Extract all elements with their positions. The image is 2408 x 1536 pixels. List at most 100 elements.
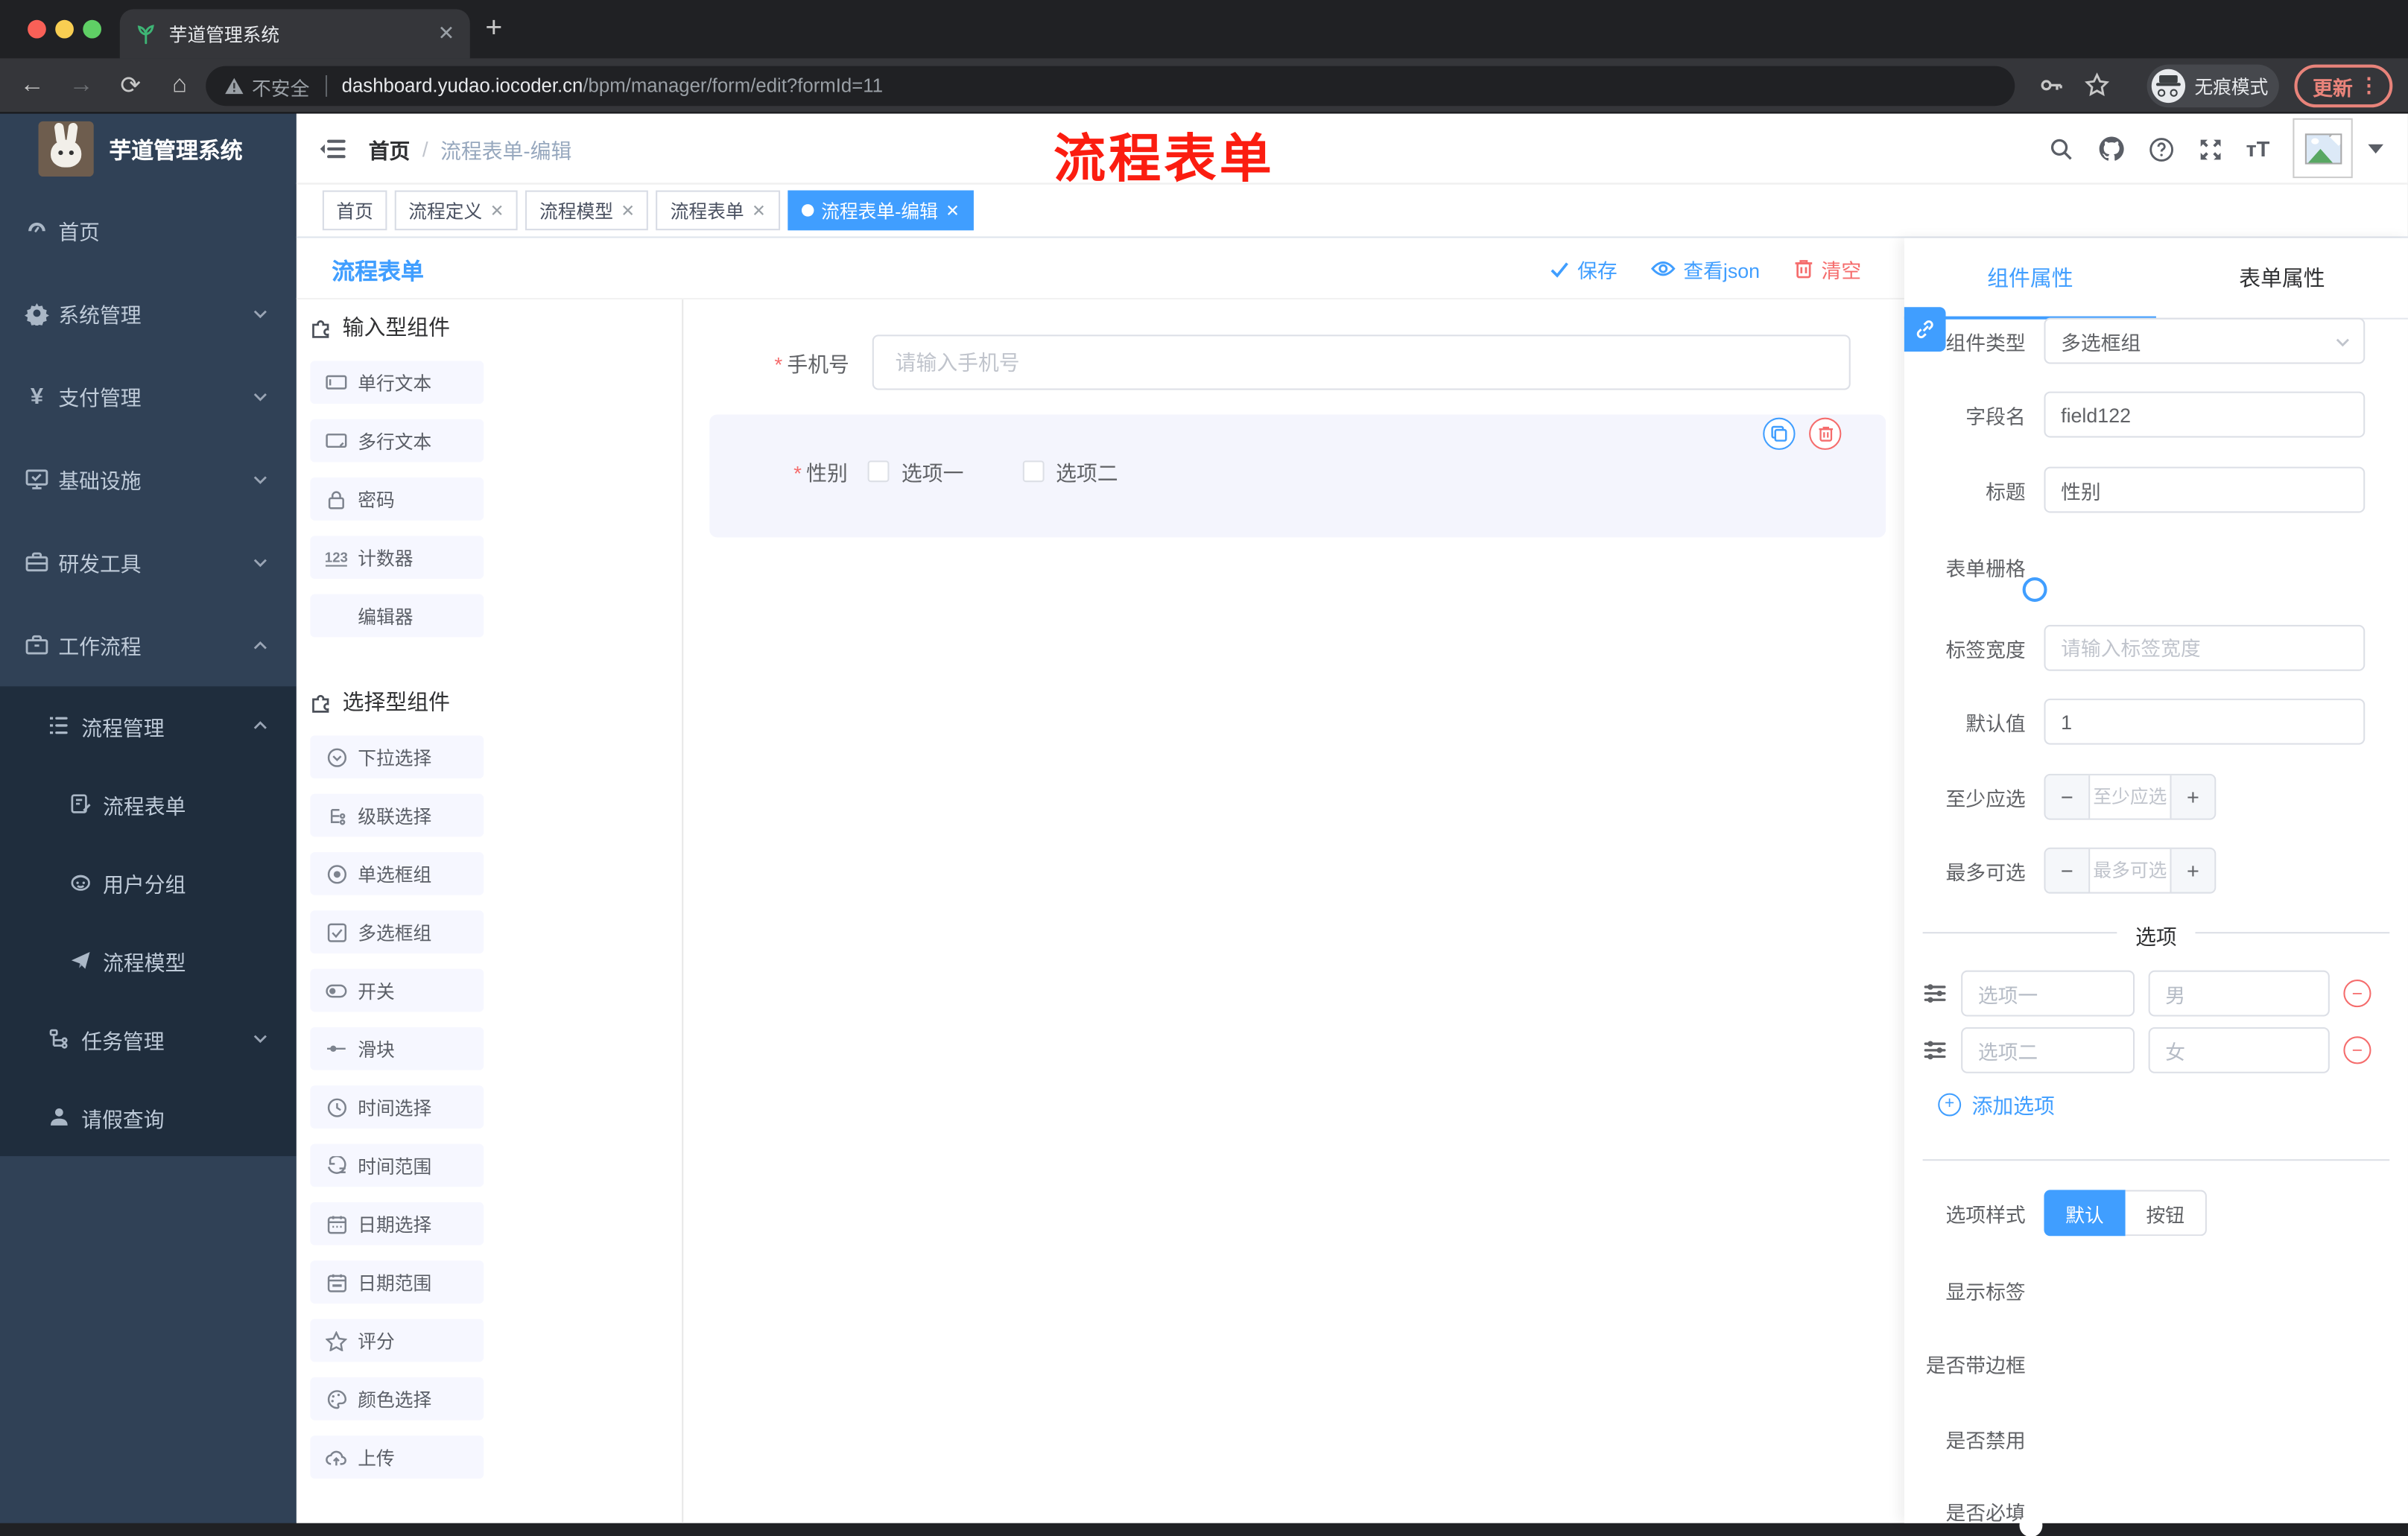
window-close-button[interactable] [28, 19, 46, 39]
gender-checkbox-option2[interactable]: 选项二 [1021, 456, 1118, 486]
address-bar[interactable]: 不安全 dashboard.yudao.iocoder.cn/bpm/manag… [206, 66, 2015, 107]
tag-close-icon[interactable]: ✕ [945, 200, 960, 220]
tag-home[interactable]: 首页 [322, 190, 387, 231]
component-single-line-text[interactable]: 单行文本 [310, 361, 484, 404]
canvas-gender-field-selected[interactable]: * 性别 选项一 选项二 [709, 414, 1886, 538]
tab-component-props[interactable]: 组件属性 [1904, 238, 2156, 320]
stepper-plus-button[interactable]: + [2170, 848, 2215, 892]
component-select[interactable]: 下拉选择 [310, 735, 484, 779]
option-value-input[interactable] [2148, 1026, 2330, 1073]
copy-component-button[interactable] [1763, 417, 1796, 450]
breadcrumb-home[interactable]: 首页 [369, 133, 411, 164]
tab-close-icon[interactable]: ✕ [438, 22, 454, 46]
home-icon[interactable]: ⌂ [159, 58, 200, 112]
component-type-select[interactable]: 多选框组 [2044, 317, 2366, 364]
label-width-input[interactable] [2044, 624, 2366, 671]
browser-tab[interactable]: 芋道管理系统 ✕ [119, 9, 470, 59]
window-minimize-button[interactable] [55, 19, 74, 39]
component-time-picker[interactable]: 时间选择 [310, 1085, 484, 1129]
slider-handle[interactable] [2022, 577, 2047, 602]
drag-handle-icon[interactable] [1923, 1038, 1948, 1062]
stepper-plus-button[interactable]: + [2170, 775, 2215, 819]
gender-checkbox-option1[interactable]: 选项一 [867, 456, 963, 486]
component-date-picker[interactable]: 日期选择 [310, 1202, 484, 1245]
sidebar-item-workflow[interactable]: 工作流程 [0, 603, 297, 686]
component-password[interactable]: 密码 [310, 477, 484, 521]
sidebar-item-process-form[interactable]: 流程表单 [0, 764, 297, 842]
tag-close-icon[interactable]: ✕ [621, 200, 635, 220]
sidebar-item-user-group[interactable]: 用户分组 [0, 843, 297, 921]
view-json-button[interactable]: 查看json [1651, 254, 1760, 283]
font-size-icon[interactable]: ᴛT [2246, 136, 2270, 161]
security-warning[interactable]: 不安全 [224, 72, 309, 101]
component-textarea[interactable]: 多行文本 [310, 419, 484, 463]
sidebar-item-payment[interactable]: ¥ 支付管理 [0, 355, 297, 437]
option-label-input[interactable] [1961, 1026, 2135, 1073]
sidebar-item-system[interactable]: 系统管理 [0, 272, 297, 355]
new-tab-button[interactable]: + [485, 12, 502, 45]
component-color-picker[interactable]: 颜色选择 [310, 1377, 484, 1421]
forward-icon[interactable]: → [61, 58, 101, 112]
browser-menu-icon[interactable]: ⋮ [2359, 74, 2379, 98]
stepper-minus-button[interactable]: − [2045, 775, 2091, 819]
drag-handle-icon[interactable] [1923, 981, 1948, 1006]
max-select-input[interactable] [2090, 848, 2170, 892]
component-radio-group[interactable]: 单选框组 [310, 851, 484, 895]
component-checkbox-group[interactable]: 多选框组 [310, 910, 484, 954]
add-option-button[interactable]: + 添加选项 [1938, 1088, 2055, 1119]
stepper-minus-button[interactable]: − [2045, 848, 2091, 892]
clear-button[interactable]: 清空 [1793, 254, 1861, 283]
tag-process-form-edit[interactable]: 流程表单-编辑 ✕ [787, 190, 974, 231]
phone-field-input[interactable] [872, 334, 1851, 390]
component-time-range[interactable]: 时间范围 [310, 1143, 484, 1187]
component-rate[interactable]: 评分 [310, 1318, 484, 1362]
avatar-caret-icon[interactable] [2368, 144, 2383, 154]
tag-close-icon[interactable]: ✕ [490, 200, 504, 220]
bookmark-star-icon[interactable] [2076, 58, 2117, 112]
reload-icon[interactable]: ⟳ [110, 58, 150, 112]
component-slider[interactable]: 滑块 [310, 1026, 484, 1070]
avatar[interactable] [2293, 118, 2353, 179]
option-value-input[interactable] [2148, 970, 2330, 1017]
search-icon[interactable] [2048, 136, 2074, 162]
default-value-input[interactable] [2044, 698, 2366, 745]
sidebar-item-process-manage[interactable]: 流程管理 [0, 686, 297, 764]
sidebar-item-leave-query[interactable]: 请假查询 [0, 1078, 297, 1156]
app-logo[interactable]: 芋道管理系统 [0, 114, 297, 185]
help-icon[interactable] [2148, 136, 2174, 162]
min-select-input[interactable] [2090, 775, 2170, 819]
tab-form-props[interactable]: 表单属性 [2156, 238, 2408, 317]
field-name-input[interactable] [2044, 391, 2366, 438]
component-counter[interactable]: 123 计数器 [310, 536, 484, 580]
tag-process-form[interactable]: 流程表单 ✕ [656, 190, 780, 231]
sidebar-item-devtools[interactable]: 研发工具 [0, 521, 297, 603]
canvas-phone-field[interactable]: * 手机号 [683, 334, 1851, 390]
component-upload[interactable]: 上传 [310, 1435, 484, 1479]
remove-option-icon[interactable]: − [2343, 1036, 2371, 1064]
component-date-range[interactable]: 日期范围 [310, 1260, 484, 1304]
password-key-icon[interactable] [2030, 58, 2070, 112]
style-button-button[interactable]: 按钮 [2125, 1190, 2207, 1237]
tag-close-icon[interactable]: ✕ [752, 200, 766, 220]
sidebar-item-home[interactable]: 首页 [0, 189, 297, 272]
component-editor[interactable]: 编辑器 [310, 594, 484, 638]
component-switch[interactable]: 开关 [310, 968, 484, 1012]
title-input[interactable] [2044, 466, 2366, 513]
option-label-input[interactable] [1961, 970, 2135, 1017]
sidebar-item-process-model[interactable]: 流程模型 [0, 921, 297, 1000]
fullscreen-icon[interactable] [2197, 136, 2223, 162]
style-default-button[interactable]: 默认 [2044, 1190, 2126, 1237]
sidebar-collapse-icon[interactable] [320, 136, 346, 161]
tag-process-definition[interactable]: 流程定义 ✕ [394, 190, 519, 231]
sidebar-item-task-manage[interactable]: 任务管理 [0, 1000, 297, 1078]
save-button[interactable]: 保存 [1550, 254, 1618, 283]
component-cascader[interactable]: 级联选择 [310, 793, 484, 837]
remove-option-icon[interactable]: − [2343, 980, 2371, 1008]
browser-update-button[interactable]: 更新 ⋮ [2294, 64, 2393, 108]
back-icon[interactable]: ← [12, 58, 52, 112]
sidebar-item-infrastructure[interactable]: 基础设施 [0, 437, 297, 520]
tag-process-model[interactable]: 流程模型 ✕ [525, 190, 649, 231]
delete-component-button[interactable] [1809, 417, 1842, 450]
github-icon[interactable] [2097, 135, 2125, 162]
window-zoom-button[interactable] [83, 19, 102, 39]
